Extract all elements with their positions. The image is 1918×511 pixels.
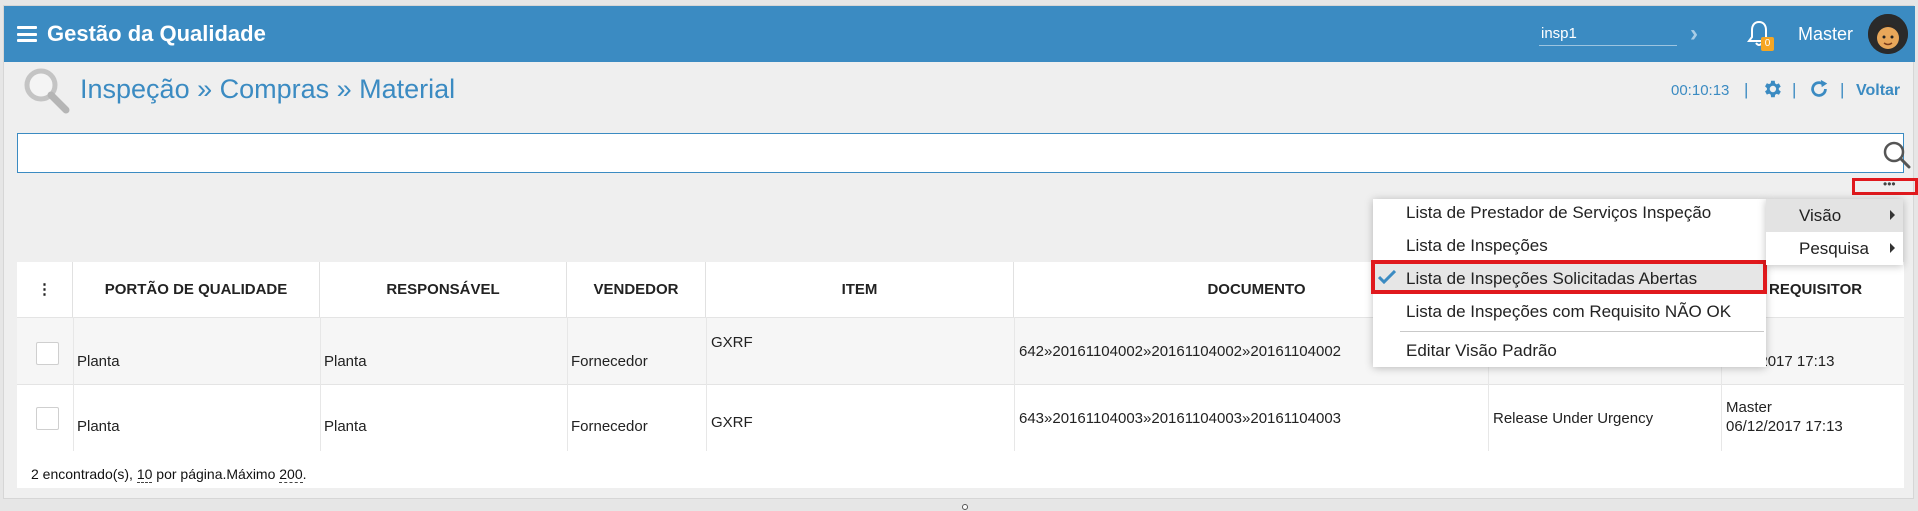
cell-requisitor-date: 06/12/2017 17:13 <box>1726 418 1843 435</box>
separator: | <box>1744 80 1749 99</box>
submenu-visao[interactable]: Visão <box>1766 199 1903 232</box>
cell-vendedor: Fornecedor <box>571 353 648 370</box>
column-divider <box>567 317 568 451</box>
hamburger-menu-icon[interactable] <box>17 26 37 42</box>
cell-item: GXRF <box>711 334 753 351</box>
column-header[interactable]: ITEM <box>706 262 1014 317</box>
caret-right-icon <box>1890 243 1895 253</box>
cell-documento: 643»20161104003»20161104003»20161104003 <box>1019 410 1342 427</box>
session-timer: 00:10:13 <box>1671 82 1730 99</box>
column-header[interactable]: PORTÃO DE QUALIDADE <box>73 262 320 317</box>
menu-divider <box>1400 331 1764 332</box>
submenu-pesquisa[interactable]: Pesquisa <box>1766 232 1903 265</box>
menu-item-prestador[interactable]: Lista de Prestador de Serviços Inspeção <box>1406 203 1711 223</box>
cell-extra: Release Under Urgency <box>1493 410 1654 427</box>
cell-requisitor-name: Master <box>1726 399 1772 416</box>
footer-end: . <box>302 466 307 482</box>
app-title: Gestão da Qualidade <box>47 21 266 46</box>
column-header[interactable]: RESPONSÁVEL <box>320 262 567 317</box>
user-name[interactable]: Master <box>1798 24 1853 45</box>
check-icon <box>1378 270 1396 284</box>
notification-badge: 0 <box>1761 37 1774 51</box>
search-icon[interactable] <box>1882 140 1912 170</box>
pagination-info: 2 encontrado(s), 10 por página.Máximo 20… <box>31 466 307 483</box>
search-input[interactable] <box>17 133 1911 173</box>
column-divider <box>706 317 707 451</box>
cell-responsavel: Planta <box>324 353 367 370</box>
max-link[interactable]: 200 <box>279 466 303 483</box>
resize-handle[interactable] <box>962 504 968 510</box>
submenu-pesquisa-label: Pesquisa <box>1799 239 1869 258</box>
column-menu-icon[interactable]: ⋮ <box>17 262 73 317</box>
per-page-link[interactable]: 10 <box>136 466 153 483</box>
cell-portao: Planta <box>77 353 120 370</box>
column-header[interactable]: VENDEDOR <box>567 262 706 317</box>
cell-responsavel: Planta <box>324 418 367 435</box>
submenu-visao-label: Visão <box>1799 206 1842 225</box>
more-dots-icon: ••• <box>1883 177 1896 191</box>
options-submenu: Visão Pesquisa <box>1766 199 1903 265</box>
menu-item-solicitadas-abertas[interactable]: Lista de Inspeções Solicitadas Abertas <box>1406 269 1697 289</box>
chevron-right-icon[interactable]: › <box>1690 20 1698 48</box>
column-divider <box>1014 317 1015 451</box>
per-page-text: por página.Máximo <box>152 466 280 482</box>
column-divider <box>73 317 74 451</box>
page-title: Inspeção » Compras » Material <box>80 74 456 104</box>
menu-item-inspecoes[interactable]: Lista de Inspeções <box>1406 236 1548 256</box>
top-bar: Gestão da Qualidade insp1 › 0 Master <box>4 6 1915 62</box>
inspection-code-input[interactable]: insp1 <box>1539 20 1677 46</box>
separator: | <box>1840 80 1845 99</box>
magnifier-icon <box>24 68 70 114</box>
column-divider <box>320 317 321 451</box>
cell-portao: Planta <box>77 418 120 435</box>
row-checkbox[interactable] <box>36 407 59 430</box>
gear-icon[interactable] <box>1761 78 1783 100</box>
back-link[interactable]: Voltar <box>1856 82 1900 100</box>
row-checkbox[interactable] <box>36 342 59 365</box>
user-avatar[interactable] <box>1868 14 1908 54</box>
more-options-button[interactable]: ••• <box>1852 177 1918 195</box>
cell-vendedor: Fornecedor <box>571 418 648 435</box>
menu-item-requisito-nao-ok[interactable]: Lista de Inspeções com Requisito NÃO OK <box>1406 302 1731 322</box>
cell-documento: 642»20161104002»20161104002»20161104002 <box>1019 343 1342 360</box>
separator: | <box>1792 80 1797 99</box>
cell-item: GXRF <box>711 414 753 431</box>
refresh-icon[interactable] <box>1808 78 1830 100</box>
caret-right-icon <box>1890 210 1895 220</box>
result-count: 2 encontrado(s), <box>31 466 137 482</box>
menu-item-editar-visao[interactable]: Editar Visão Padrão <box>1406 341 1557 361</box>
